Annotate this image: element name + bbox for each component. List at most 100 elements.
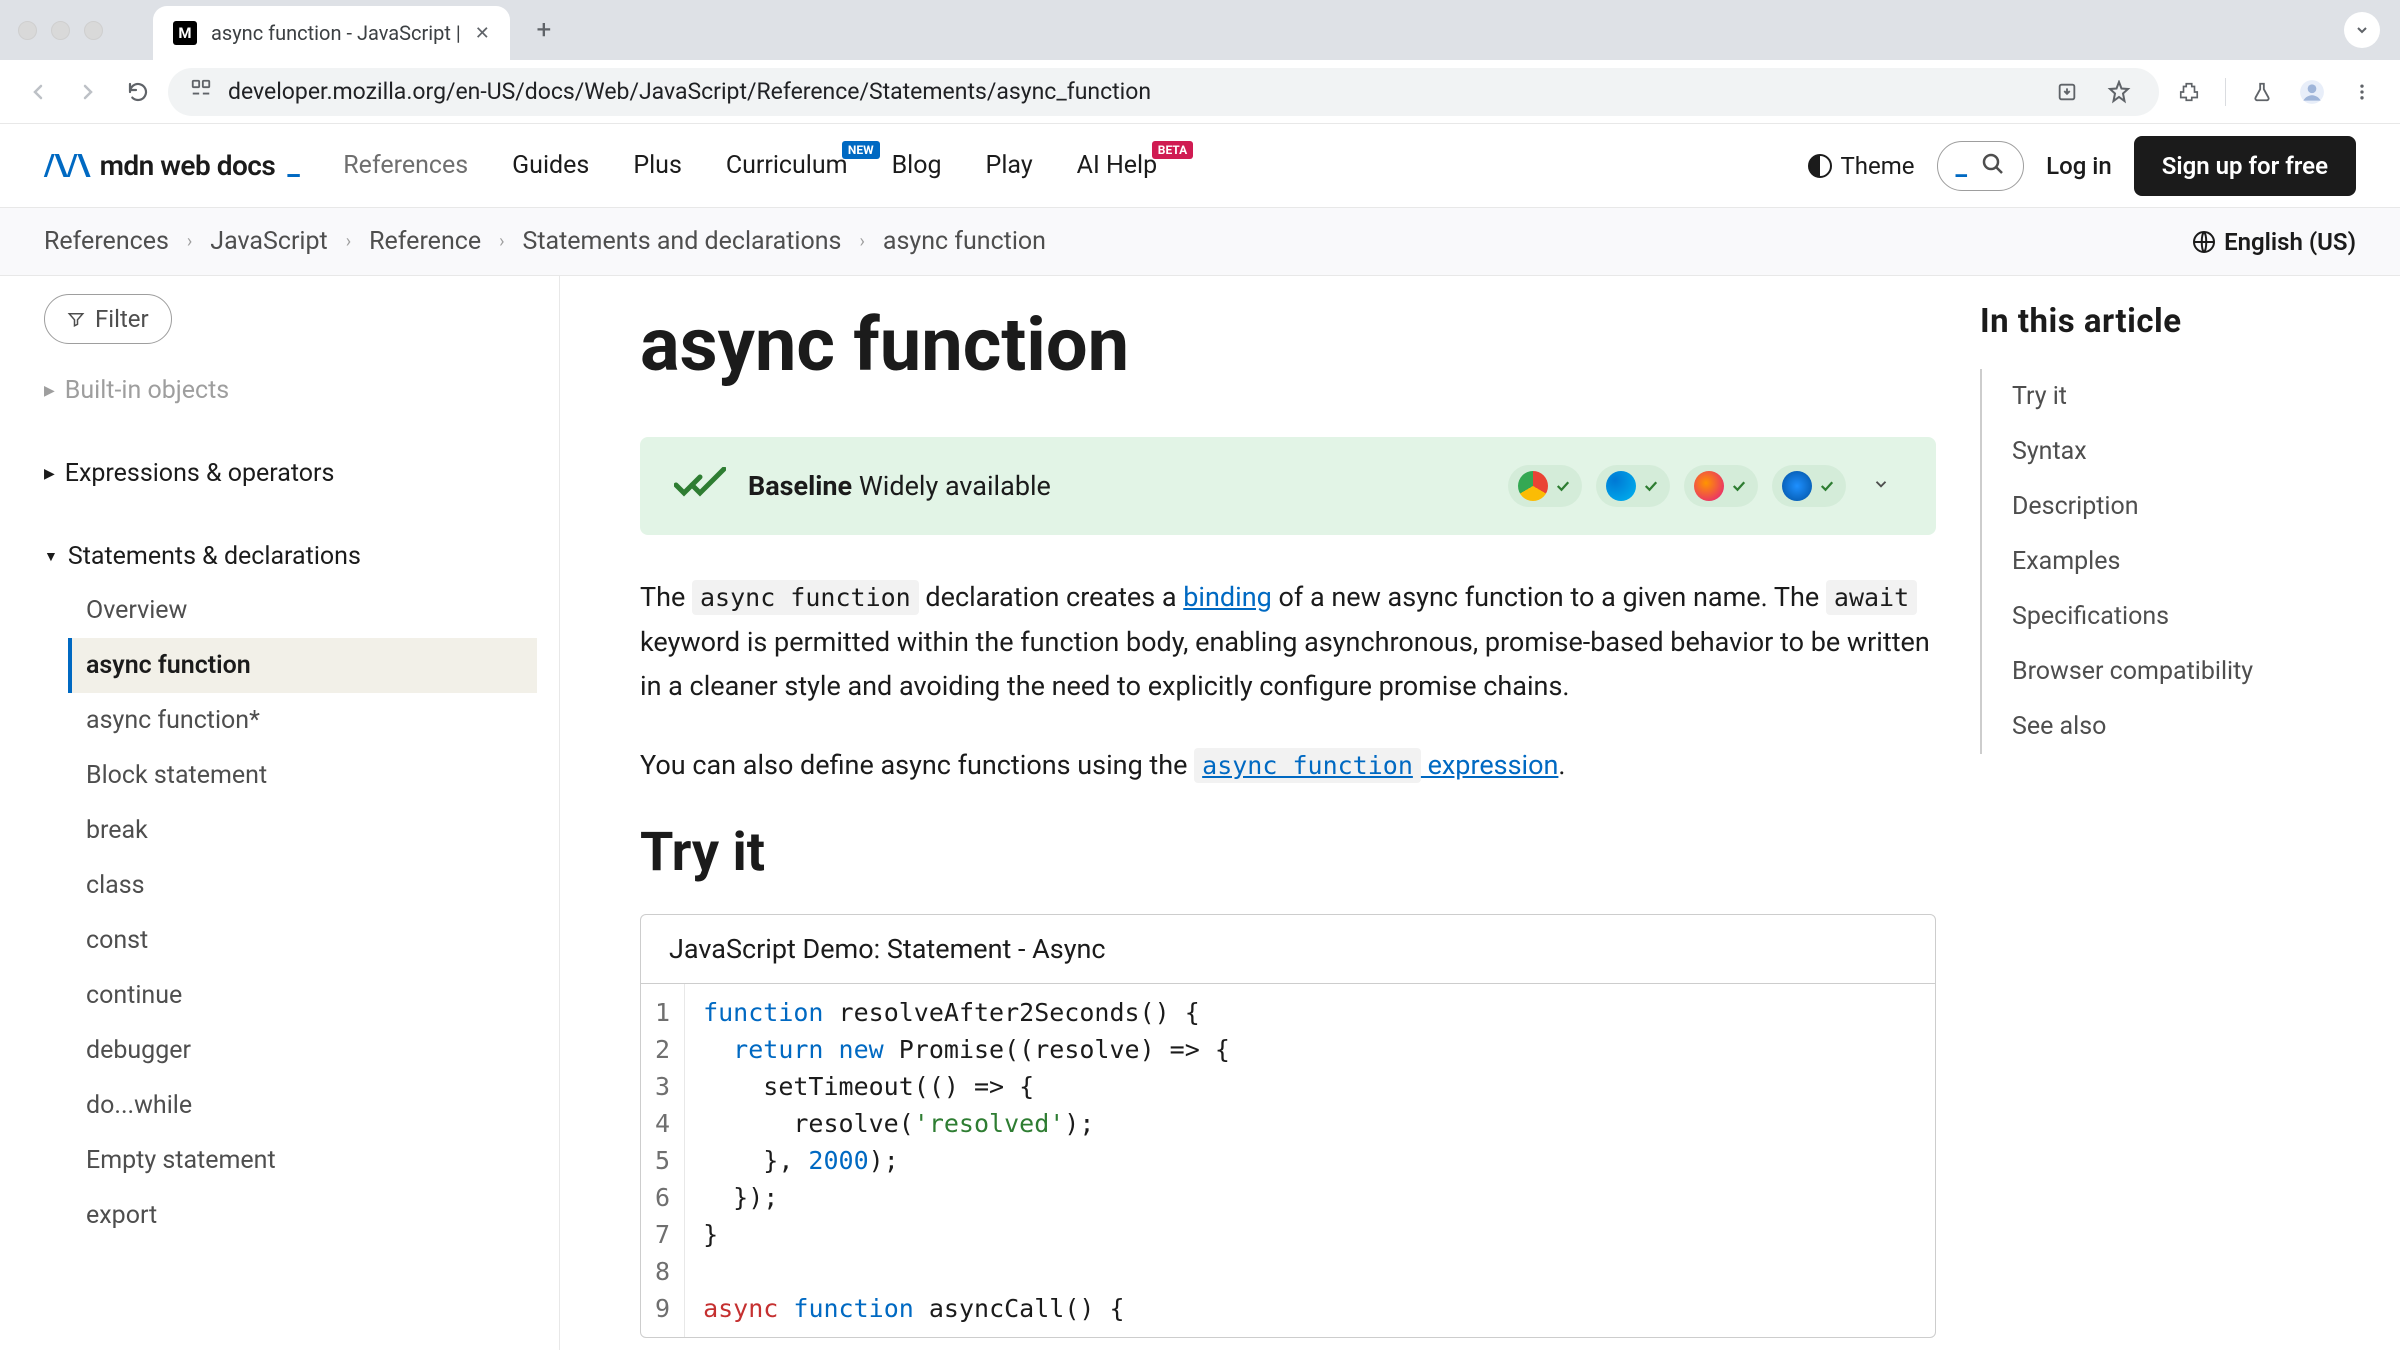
labs-icon[interactable] — [2242, 72, 2282, 112]
crumb-reference[interactable]: Reference — [369, 227, 481, 256]
chevron-right-icon: › — [499, 231, 504, 252]
check-icon — [1554, 477, 1572, 495]
nav-ai-help[interactable]: AI HelpBETA — [1077, 151, 1158, 180]
reload-button[interactable] — [118, 72, 158, 112]
link-binding[interactable]: binding — [1183, 581, 1272, 613]
mdn-logo[interactable]: /\/\ mdn web docs _ — [44, 148, 299, 183]
profile-icon[interactable] — [2292, 72, 2332, 112]
new-tab-button[interactable]: + — [524, 10, 564, 50]
beta-badge: BETA — [1152, 141, 1193, 159]
sidebar-left: Filter ▶Built-in objects ▶Expressions & … — [0, 276, 560, 1350]
minimize-window[interactable] — [51, 21, 70, 40]
toc-description[interactable]: Description — [2012, 479, 2356, 534]
bookmark-icon[interactable] — [2101, 74, 2137, 110]
breadcrumb: References › JavaScript › Reference › St… — [44, 227, 1046, 256]
firefox-support — [1684, 465, 1758, 507]
sidebar-item-overview[interactable]: Overview — [68, 583, 537, 638]
toc-browser-compat[interactable]: Browser compatibility — [2012, 644, 2356, 699]
tabs-menu-icon[interactable] — [2344, 12, 2380, 48]
sidebar-item-block-statement[interactable]: Block statement — [68, 748, 537, 803]
intro-paragraph-1: The async function declaration creates a… — [640, 575, 1936, 709]
toolbar: developer.mozilla.org/en-US/docs/Web/Jav… — [0, 60, 2400, 124]
caret-right-icon: ▶ — [44, 466, 55, 482]
chevron-right-icon: › — [187, 231, 192, 252]
check-icon — [1642, 477, 1660, 495]
check-icon — [1818, 477, 1836, 495]
tree-group-expressions[interactable]: ▶Expressions & operators — [44, 447, 537, 500]
forward-button[interactable] — [68, 72, 108, 112]
toc-title: In this article — [1980, 302, 2356, 341]
nav-curriculum[interactable]: CurriculumNEW — [726, 151, 848, 180]
chevron-right-icon: › — [346, 231, 351, 252]
sidebar-item-empty-statement[interactable]: Empty statement — [68, 1133, 537, 1188]
browser-support-icons — [1508, 465, 1902, 507]
sidebar-item-class[interactable]: class — [68, 858, 537, 913]
expand-baseline-icon[interactable] — [1860, 475, 1902, 497]
install-app-icon[interactable] — [2049, 74, 2085, 110]
code-demo-box: JavaScript Demo: Statement - Async 12345… — [640, 914, 1936, 1338]
main-content: async function Baseline Widely available… — [560, 276, 1980, 1350]
close-window[interactable] — [18, 21, 37, 40]
intro-paragraph-2: You can also define async functions usin… — [640, 743, 1936, 788]
toc-specifications[interactable]: Specifications — [2012, 589, 2356, 644]
crumb-references[interactable]: References — [44, 227, 169, 256]
address-bar[interactable]: developer.mozilla.org/en-US/docs/Web/Jav… — [168, 68, 2159, 116]
extensions-icon[interactable] — [2169, 72, 2209, 112]
code-editor[interactable]: 123456789 function resolveAfter2Seconds(… — [641, 984, 1935, 1337]
nav-plus[interactable]: Plus — [633, 151, 682, 180]
site-settings-icon[interactable] — [190, 78, 212, 105]
tab-title: async function - JavaScript | — [211, 21, 461, 45]
tree-group-builtin[interactable]: ▶Built-in objects — [44, 364, 537, 417]
baseline-check-icon — [674, 467, 726, 505]
theme-toggle[interactable]: Theme — [1808, 152, 1914, 180]
safari-icon — [1782, 471, 1812, 501]
chevron-right-icon: › — [859, 231, 864, 252]
baseline-text: Baseline Widely available — [748, 470, 1051, 502]
nav-play[interactable]: Play — [986, 151, 1033, 180]
maximize-window[interactable] — [84, 21, 103, 40]
toc-see-also[interactable]: See also — [2012, 699, 2356, 754]
sidebar-item-continue[interactable]: continue — [68, 968, 537, 1023]
nav-blog[interactable]: Blog — [892, 151, 942, 180]
menu-icon[interactable] — [2342, 72, 2382, 112]
favicon-icon: M — [173, 21, 197, 45]
line-numbers: 123456789 — [641, 984, 685, 1337]
filter-button[interactable]: Filter — [44, 294, 172, 344]
nav-guides[interactable]: Guides — [512, 151, 589, 180]
back-button[interactable] — [18, 72, 58, 112]
page-title: async function — [640, 302, 1936, 389]
close-tab-icon[interactable]: ✕ — [475, 23, 490, 44]
sidebar-item-break[interactable]: break — [68, 803, 537, 858]
header-actions: Theme _ Log in Sign up for free — [1808, 136, 2356, 196]
caret-down-icon: ▼ — [44, 548, 58, 565]
toc-try-it[interactable]: Try it — [2012, 369, 2356, 424]
link-async-function-expression[interactable]: async function expression — [1194, 749, 1558, 781]
sidebar-item-const[interactable]: const — [68, 913, 537, 968]
logo-text: mdn web docs — [100, 149, 276, 182]
sidebar-item-async-function[interactable]: async function — [68, 638, 537, 693]
search-input[interactable]: _ — [1937, 141, 2025, 191]
code-inline: async function — [692, 580, 919, 615]
crumb-javascript[interactable]: JavaScript — [210, 227, 327, 256]
browser-tab-active[interactable]: M async function - JavaScript | ✕ — [153, 6, 510, 60]
sidebar-sublist: Overview async function async function* … — [44, 583, 537, 1243]
nav-references[interactable]: References — [343, 151, 468, 180]
toc-list: Try it Syntax Description Examples Speci… — [1980, 369, 2356, 754]
logo-mark-icon: /\/\ — [44, 148, 90, 183]
login-link[interactable]: Log in — [2046, 152, 2112, 180]
sidebar-item-do-while[interactable]: do...while — [68, 1078, 537, 1133]
toc-examples[interactable]: Examples — [2012, 534, 2356, 589]
crumb-statements[interactable]: Statements and declarations — [523, 227, 842, 256]
sidebar-item-export[interactable]: export — [68, 1188, 537, 1243]
sidebar-item-debugger[interactable]: debugger — [68, 1023, 537, 1078]
locale-switcher[interactable]: English (US) — [2192, 228, 2356, 256]
toc-syntax[interactable]: Syntax — [2012, 424, 2356, 479]
logo-underscore-icon: _ — [287, 148, 299, 181]
tree-group-statements[interactable]: ▼Statements & declarations — [44, 530, 537, 583]
new-badge: NEW — [842, 141, 880, 159]
sidebar-item-async-function-star[interactable]: async function* — [68, 693, 537, 748]
edge-support — [1596, 465, 1670, 507]
signup-button[interactable]: Sign up for free — [2134, 136, 2356, 196]
firefox-icon — [1694, 471, 1724, 501]
separator — [2225, 78, 2226, 106]
